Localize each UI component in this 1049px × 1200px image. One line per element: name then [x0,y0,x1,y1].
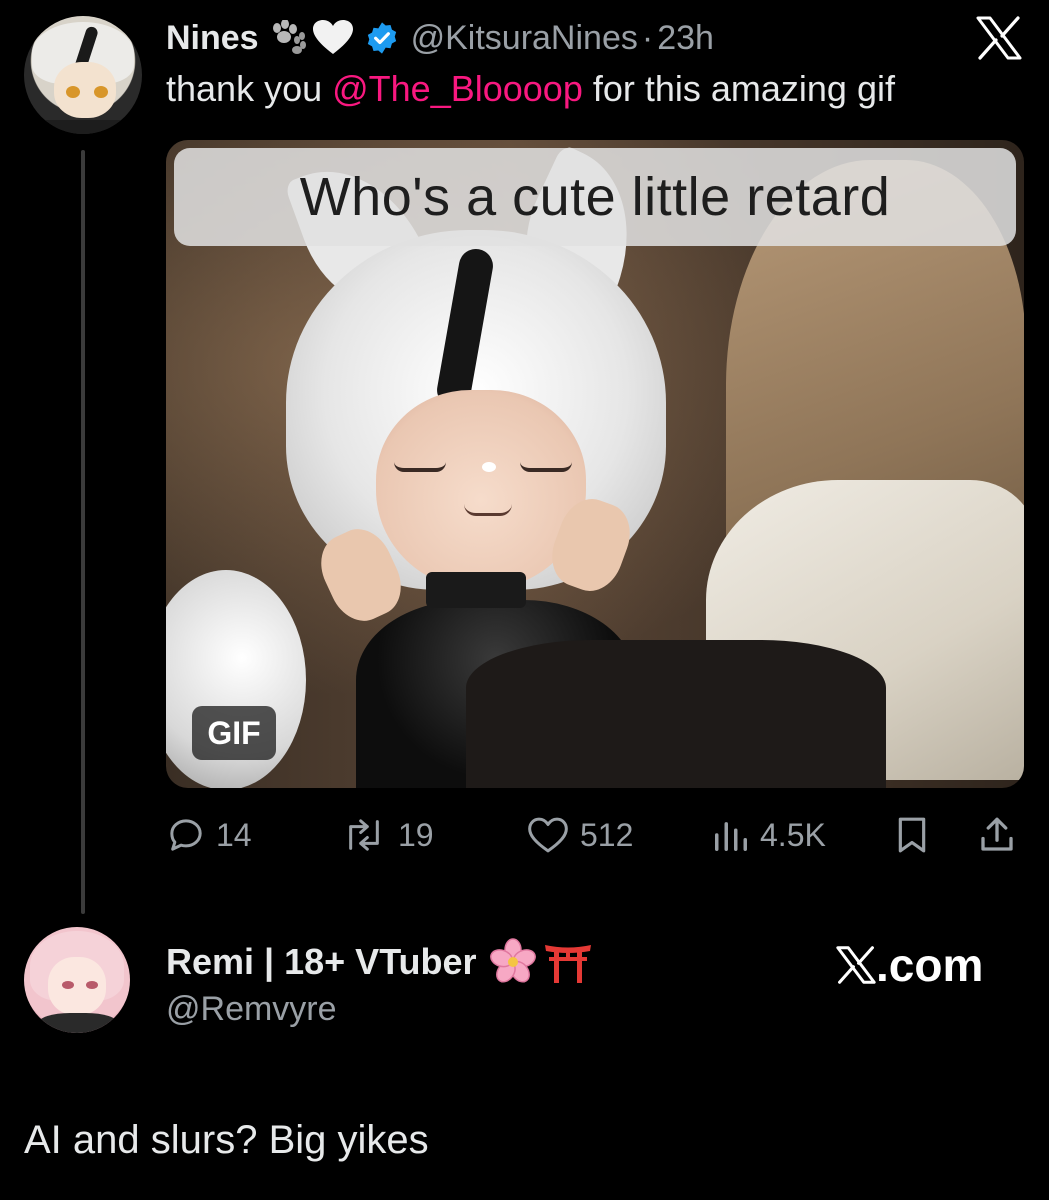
x-com-watermark-text: .com [876,939,984,991]
like-icon [528,817,568,853]
avatar-eye-right [94,86,108,98]
author-name[interactable]: Nines [166,19,259,58]
media-eye-right [520,462,572,472]
tweet-text-end: for this amazing gif [582,68,895,109]
media-jacket-arm [466,640,886,788]
white-heart-icon [312,20,353,56]
mention-link[interactable]: @The_Bloooop [332,68,583,109]
gif-media[interactable]: Who's a cute little retard GIF [166,140,1024,788]
share-icon [981,817,1013,851]
reply-button[interactable]: 14 [166,810,252,860]
author-handle[interactable]: @KitsuraNines [411,19,638,58]
author-avatar[interactable] [24,16,142,134]
media-mouth [464,504,512,516]
media-nose [482,462,496,472]
thread-connector-line [81,150,85,914]
x-logo-icon[interactable] [976,16,1022,60]
tweet-text: thank you @The_Bloooop for this amazing … [166,68,895,110]
reply-icon [170,819,202,851]
paw-icon [269,19,309,56]
like-count: 512 [580,816,634,853]
reply-avatar-body [38,1013,118,1033]
action-bar: 14 19 512 4.5K [0,810,1049,860]
avatar-collar [42,120,126,134]
views-icon [715,822,747,851]
media-eye-left [394,462,446,472]
gif-badge[interactable]: GIF [192,706,276,760]
reply-author-name-row[interactable]: Remi | 18+ VTuber [166,938,593,986]
bookmark-button[interactable] [892,810,932,860]
tweet-header: Nines @KitsuraNines · 23h [166,16,714,60]
media-caption: Who's a cute little retard [299,167,891,227]
reply-avatar-eye-left [62,981,74,989]
retweet-count: 19 [398,816,434,853]
x-logo-icon [836,946,876,984]
tweet-timestamp[interactable]: 23h [657,19,714,58]
reply-author-name[interactable]: Remi | 18+ VTuber [166,941,477,983]
retweet-icon [349,819,379,851]
reply-avatar-eye-right [86,981,98,989]
views-button[interactable]: 4.5K [712,810,826,860]
retweet-button[interactable]: 19 [340,810,434,860]
x-com-watermark: .com [836,938,983,992]
avatar-eye-left [66,86,80,98]
cherry-blossom-icon [489,938,537,986]
media-choker [426,572,526,608]
views-count: 4.5K [760,816,826,853]
tweet-text-start: thank you [166,68,333,109]
reply-author-avatar[interactable] [24,927,130,1033]
bookmark-icon [898,817,926,853]
reply-count: 14 [216,816,252,853]
share-button[interactable] [976,810,1018,860]
torii-gate-icon [543,941,593,983]
reply-author-handle[interactable]: @Remvyre [166,990,337,1029]
header-separator: · [641,18,654,57]
like-button[interactable]: 512 [526,810,633,860]
reply-text: AI and slurs? Big yikes [24,1118,429,1162]
verified-badge-icon [365,21,399,55]
